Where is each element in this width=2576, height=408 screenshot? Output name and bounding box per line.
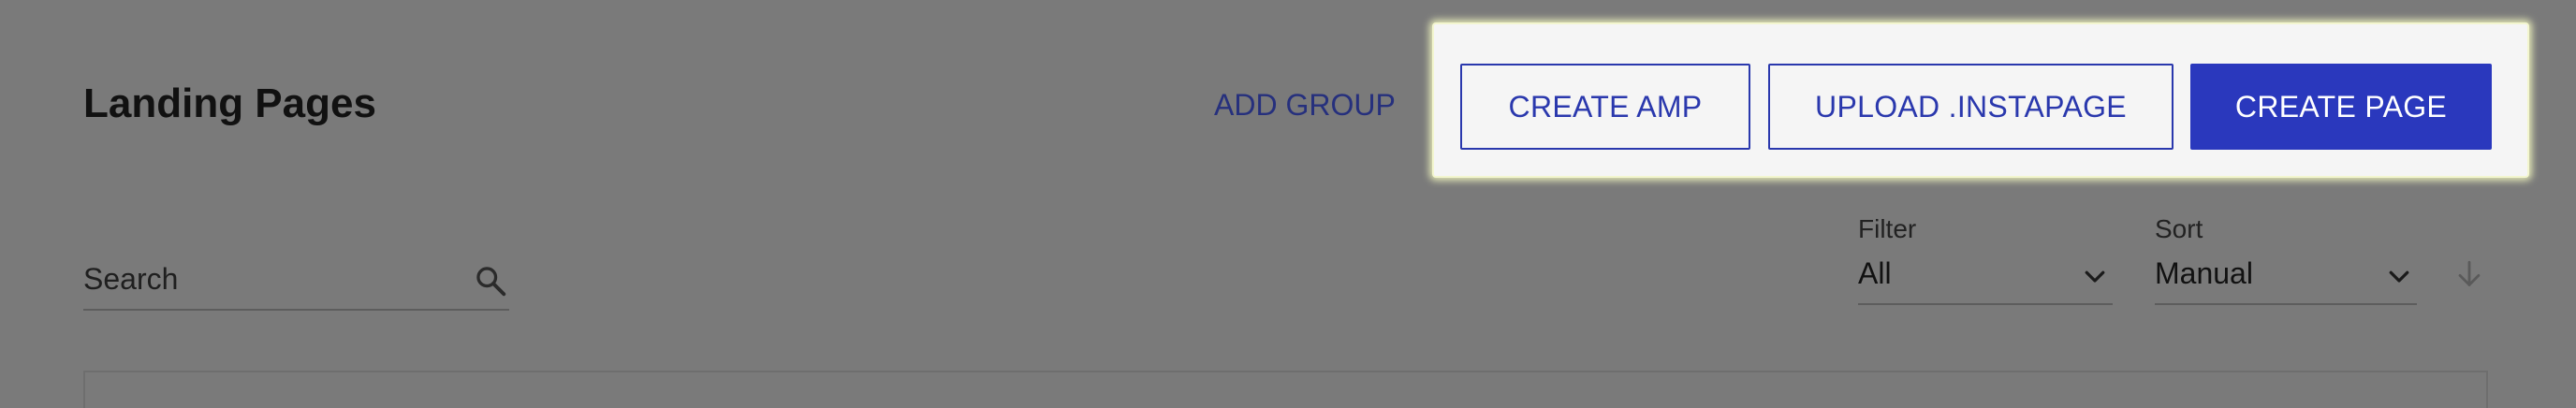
- filter-label: Filter: [1858, 214, 1917, 243]
- search-field: [83, 253, 509, 311]
- page-title: Landing Pages: [83, 80, 376, 126]
- sort-label: Sort: [2155, 214, 2203, 243]
- upload-instapage-button[interactable]: UPLOAD .INSTAPAGE: [1768, 64, 2174, 150]
- chevron-down-icon: [2389, 270, 2409, 283]
- add-group-button[interactable]: ADD GROUP: [1214, 84, 1396, 125]
- sort-select[interactable]: Manual: [2155, 249, 2417, 305]
- create-page-button[interactable]: CREATE PAGE: [2190, 64, 2492, 150]
- arrow-down-icon[interactable]: [2453, 258, 2485, 290]
- sort-selected-value: Manual: [2155, 256, 2253, 290]
- chevron-down-icon: [2085, 270, 2105, 283]
- filter-selected-value: All: [1858, 256, 1892, 290]
- filter-select[interactable]: All: [1858, 249, 2113, 305]
- search-icon[interactable]: [474, 264, 507, 298]
- create-amp-button[interactable]: CREATE AMP: [1460, 64, 1750, 150]
- page-actions-highlight: CREATE AMP UPLOAD .INSTAPAGE CREATE PAGE: [1432, 22, 2529, 178]
- landing-pages-list: [83, 371, 2488, 408]
- search-input[interactable]: [83, 253, 448, 305]
